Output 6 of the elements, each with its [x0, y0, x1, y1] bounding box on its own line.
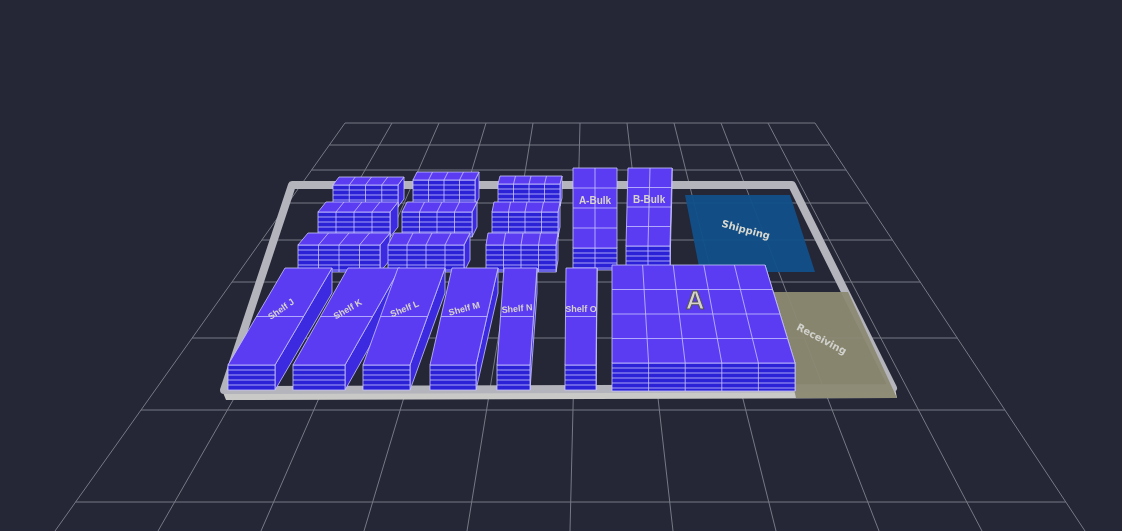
- rack-label: Shelf N: [501, 302, 533, 315]
- rack-label: Shelf L: [388, 298, 421, 320]
- rack-label: Shelf M: [447, 299, 482, 318]
- section-letter: A: [685, 285, 705, 316]
- rack-label: A-Bulk: [578, 195, 612, 206]
- rack-label: B-Bulk: [633, 194, 666, 206]
